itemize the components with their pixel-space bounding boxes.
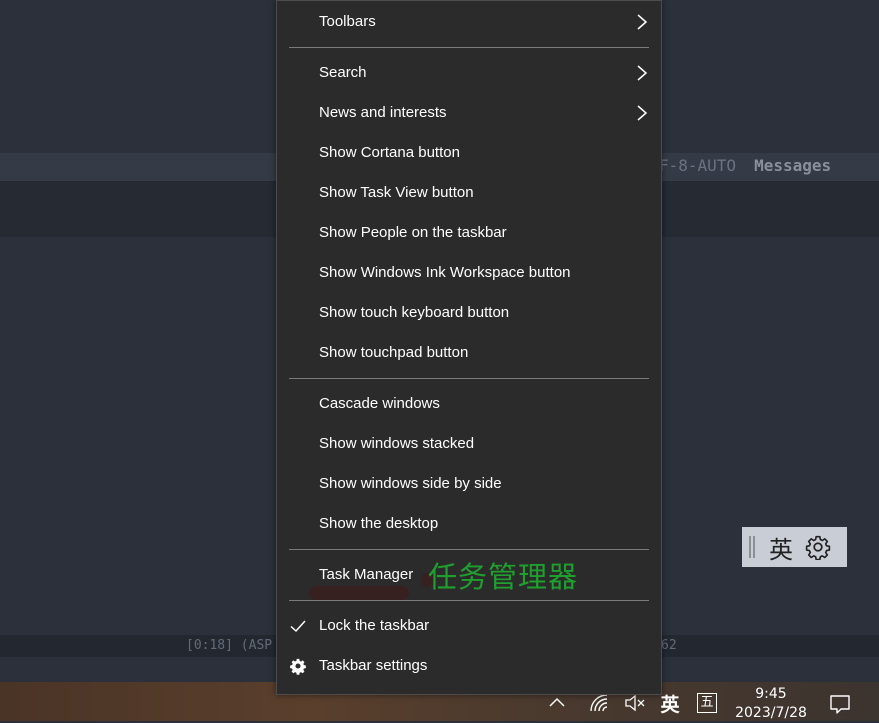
annotation-label: 任务管理器 [428, 560, 579, 594]
ime-drag-handle[interactable] [749, 536, 755, 558]
menu-item-toolbars[interactable]: Toolbars [277, 2, 661, 42]
clock-time: 9:45 [755, 686, 787, 702]
checkmark-icon [290, 620, 306, 633]
menu-item-show-windows-side-by-side[interactable]: Show windows side by side [277, 464, 661, 504]
modeline-messages: Messages [754, 156, 832, 175]
clock-date: 2023/7/28 [735, 705, 807, 721]
menu-item-show-touch-keyboard[interactable]: Show touch keyboard button [277, 293, 661, 333]
ime-mode-indicator[interactable]: 五 [696, 692, 718, 714]
menu-item-label: News and interests [319, 104, 447, 121]
menu-item-show-cortana-button[interactable]: Show Cortana button [277, 133, 661, 173]
menu-item-label: Show touch keyboard button [319, 304, 510, 321]
menu-separator [289, 47, 649, 48]
ime-mode-label: 五 [697, 693, 717, 713]
echo-right-text: 62 [661, 638, 677, 653]
modeline-encoding: F-8-AUTO [659, 156, 737, 175]
menu-item-show-touchpad[interactable]: Show touchpad button [277, 333, 661, 373]
menu-item-show-windows-stacked[interactable]: Show windows stacked [277, 424, 661, 464]
chevron-right-icon [637, 105, 648, 121]
menu-item-search[interactable]: Search [277, 53, 661, 93]
menu-item-label: Taskbar settings [319, 657, 428, 674]
echo-text: [0:18] (ASP [186, 638, 273, 653]
menu-item-show-task-view-button[interactable]: Show Task View button [277, 173, 661, 213]
gear-icon [290, 658, 306, 675]
menu-item-lock-taskbar[interactable]: Lock the taskbar [277, 606, 661, 646]
menu-separator [289, 378, 649, 379]
menu-item-label: Show the desktop [319, 515, 439, 532]
menu-item-news-and-interests[interactable]: News and interests [277, 93, 661, 133]
menu-separator [289, 600, 649, 601]
notification-icon[interactable] [826, 690, 854, 718]
menu-item-show-people[interactable]: Show People on the taskbar [277, 213, 661, 253]
menu-item-label: Toolbars [319, 13, 376, 30]
menu-item-show-desktop[interactable]: Show the desktop [277, 504, 661, 544]
menu-item-show-windows-ink[interactable]: Show Windows Ink Workspace button [277, 253, 661, 293]
chevron-right-icon [637, 14, 648, 30]
ime-language-toggle[interactable]: 英 [769, 530, 793, 565]
modeline-text: F-8-AUTO Messages [659, 156, 831, 175]
menu-item-cascade-windows[interactable]: Cascade windows [277, 384, 661, 424]
menu-item-label: Show Task View button [319, 184, 474, 201]
menu-item-label: Show Cortana button [319, 144, 460, 161]
ime-toolbar[interactable]: 英 [742, 527, 847, 567]
gear-icon[interactable] [805, 534, 831, 560]
annotation-highlight-mark [309, 586, 409, 600]
menu-item-label: Show Windows Ink Workspace button [319, 264, 571, 281]
menu-item-label: Show windows stacked [319, 435, 475, 452]
menu-item-label: Show touchpad button [319, 344, 469, 361]
menu-item-taskbar-settings[interactable]: Taskbar settings [277, 646, 661, 686]
chevron-right-icon [637, 65, 648, 81]
menu-item-label: Search [319, 64, 367, 81]
menu-item-label: Show windows side by side [319, 475, 502, 492]
menu-item-label: Show People on the taskbar [319, 224, 507, 241]
menu-item-label: Cascade windows [319, 395, 440, 412]
taskbar-clock[interactable]: 9:45 2023/7/28 [728, 686, 814, 722]
menu-item-label: Lock the taskbar [319, 617, 430, 634]
menu-separator [289, 549, 649, 550]
